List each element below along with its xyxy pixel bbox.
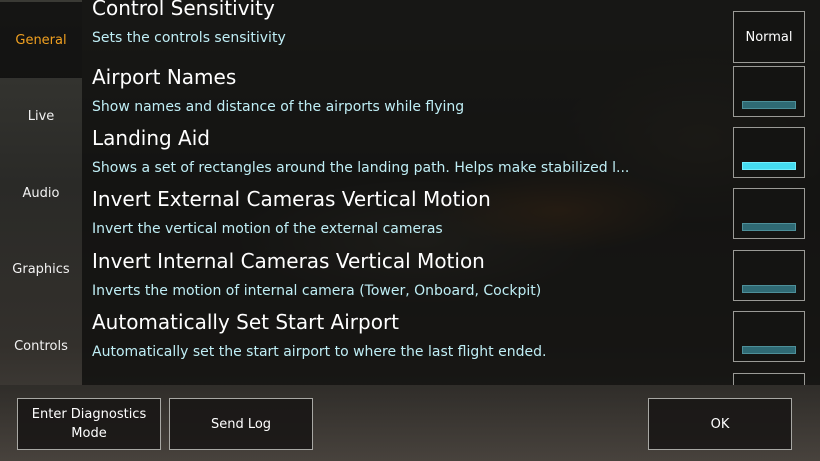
tab-label: Graphics xyxy=(12,261,70,277)
setting-title: Automatically Set Start Airport xyxy=(92,310,400,334)
setting-description: Invert the vertical motion of the extern… xyxy=(92,221,443,237)
setting-description: Show names and distance of the airports … xyxy=(92,99,465,115)
setting-row-invert-external-cameras: Invert External Cameras Vertical Motion … xyxy=(82,183,820,244)
setting-row-auto-start-airport: Automatically Set Start Airport Automati… xyxy=(82,306,820,367)
setting-row-landing-aid: Landing Aid Shows a set of rectangles ar… xyxy=(82,122,820,183)
setting-title: Invert External Cameras Vertical Motion xyxy=(92,187,491,211)
tab-general[interactable]: General xyxy=(0,2,82,78)
setting-description: Automatically set the start airport to w… xyxy=(92,344,547,360)
tab-audio[interactable]: Audio xyxy=(0,155,82,231)
landing-aid-toggle[interactable] xyxy=(733,127,805,178)
sensitivity-value: Normal xyxy=(745,29,793,45)
sensitivity-select[interactable]: Normal xyxy=(733,11,805,63)
button-label: OK xyxy=(710,416,730,432)
settings-list[interactable]: Control Sensitivity Sets the controls se… xyxy=(82,0,820,385)
toggle-indicator-off xyxy=(742,223,796,231)
airport-names-toggle[interactable] xyxy=(733,66,805,117)
toggle-indicator-off xyxy=(742,285,796,293)
enter-diagnostics-mode-button[interactable]: Enter Diagnostics Mode xyxy=(17,398,161,450)
setting-description: Inverts the motion of internal camera (T… xyxy=(92,283,542,299)
ok-button[interactable]: OK xyxy=(648,398,792,450)
tab-label: General xyxy=(15,32,67,48)
tab-live[interactable]: Live xyxy=(0,78,82,154)
send-log-button[interactable]: Send Log xyxy=(169,398,313,450)
tab-label: Audio xyxy=(22,185,60,201)
setting-description: Shows a set of rectangles around the lan… xyxy=(92,160,630,176)
invert-external-cameras-toggle[interactable] xyxy=(733,188,805,239)
tab-label: Controls xyxy=(14,338,68,354)
settings-sidebar: General Live Audio Graphics Controls xyxy=(0,0,82,385)
setting-title: Airport Names xyxy=(92,65,237,89)
invert-internal-cameras-toggle[interactable] xyxy=(733,250,805,301)
button-label-line2: Mode xyxy=(71,426,107,441)
setting-title: Control Sensitivity xyxy=(92,0,275,20)
setting-row-invert-internal-cameras: Invert Internal Cameras Vertical Motion … xyxy=(82,245,820,306)
tab-graphics[interactable]: Graphics xyxy=(0,231,82,307)
tab-label: Live xyxy=(27,108,55,124)
button-label-line1: Enter Diagnostics xyxy=(31,407,147,422)
toggle-indicator-on xyxy=(742,162,796,170)
setting-row-partial-next xyxy=(82,368,820,385)
setting-row-airport-names: Airport Names Show names and distance of… xyxy=(82,61,820,122)
auto-start-airport-toggle[interactable] xyxy=(733,311,805,362)
next-setting-control[interactable] xyxy=(733,373,805,385)
setting-title: Landing Aid xyxy=(92,126,210,150)
button-label: Send Log xyxy=(210,416,272,432)
setting-title: Invert Internal Cameras Vertical Motion xyxy=(92,249,485,273)
toggle-indicator-off xyxy=(742,346,796,354)
toggle-indicator-off xyxy=(742,101,796,109)
setting-description: Sets the controls sensitivity xyxy=(92,30,286,46)
setting-row-control-sensitivity: Control Sensitivity Sets the controls se… xyxy=(82,0,820,63)
tab-controls[interactable]: Controls xyxy=(0,308,82,384)
